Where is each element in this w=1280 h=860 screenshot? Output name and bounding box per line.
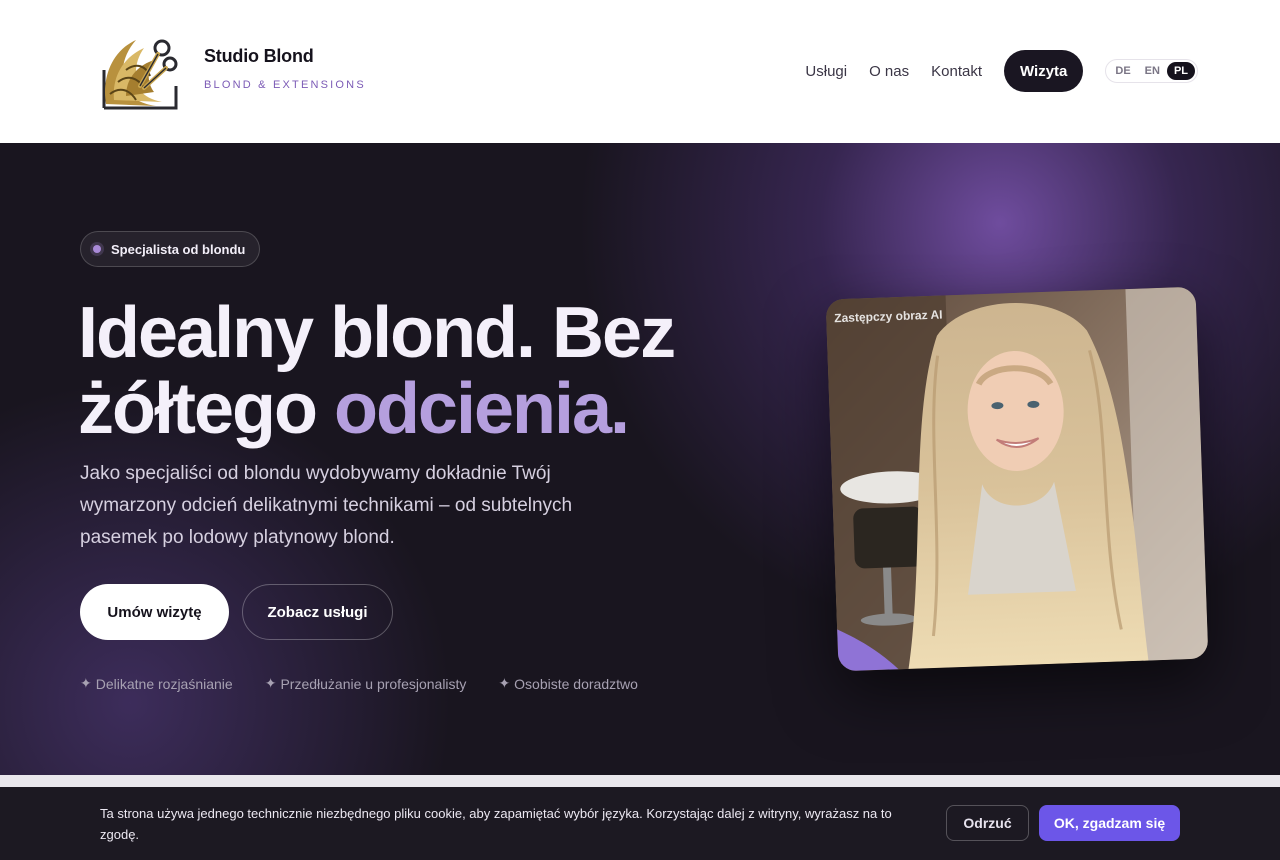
feature-label: Osobiste doradztwo [514, 675, 638, 692]
sparkle-icon: ✦ [498, 675, 511, 691]
cookie-banner: Ta strona używa jednego technicznie niez… [0, 787, 1280, 860]
cookie-decline-button[interactable]: Odrzuć [946, 805, 1029, 841]
brand[interactable]: Studio Blond BLOND & EXTENSIONS [96, 30, 366, 112]
nav-link-services[interactable]: Usługi [805, 63, 847, 80]
view-services-button[interactable]: Zobacz usługi [242, 584, 393, 640]
sparkle-icon: ✦ [80, 675, 92, 691]
badge-label: Specjalista od blondu [111, 241, 246, 257]
nav-link-contact[interactable]: Kontakt [931, 63, 982, 80]
brand-tagline: BLOND & EXTENSIONS [204, 79, 366, 91]
book-appointment-button[interactable]: Umów wizytę [80, 584, 229, 640]
feature-item: ✦ Delikatne rozjaśnianie [80, 675, 233, 692]
lang-pl-option[interactable]: PL [1166, 62, 1195, 80]
lang-de-option[interactable]: DE [1108, 62, 1137, 80]
status-dot-icon [93, 245, 101, 253]
hero-title-part1: Idealny blond. Bez [78, 293, 676, 373]
feature-label: Delikatne rozjaśnianie [95, 675, 233, 692]
feature-label: Przedłużanie u profesjonalisty [280, 675, 467, 692]
feature-item: ✦ Przedłużanie u profesjonalisty [265, 675, 467, 692]
hero-title: Idealny blond. Bez żółtego odcienia. [78, 295, 738, 447]
golden-hair-scissors-logo-icon [98, 32, 178, 110]
feature-item: ✦ Osobiste doradztwo [498, 675, 637, 692]
section-divider [0, 775, 1280, 787]
hero-section: Specjalista od blondu Idealny blond. Bez… [0, 143, 1280, 775]
hero-title-part2: żółtego [78, 369, 334, 449]
hero-title-accent: odcienia. [333, 369, 630, 449]
cookie-accept-button[interactable]: OK, zgadzam się [1039, 805, 1180, 841]
feature-list: ✦ Delikatne rozjaśnianie ✦ Przedłużanie … [80, 675, 670, 692]
nav-link-about[interactable]: O nas [869, 63, 909, 80]
brand-name: Studio Blond [204, 46, 314, 66]
specialist-badge: Specjalista od blondu [80, 231, 261, 267]
language-switcher: DE EN PL [1105, 59, 1198, 83]
book-visit-button[interactable]: Wizyta [1004, 50, 1084, 92]
hero-photo: Zastępczy obraz AI [825, 286, 1209, 672]
lang-en-option[interactable]: EN [1138, 62, 1167, 80]
hero-lead: Jako specjaliści od blondu wydobywamy do… [80, 463, 573, 548]
salon-photo-illustration [825, 286, 1209, 672]
sparkle-icon: ✦ [264, 675, 277, 691]
cookie-text: Ta strona używa jednego technicznie niez… [100, 806, 892, 842]
site-header: Studio Blond BLOND & EXTENSIONS Usługi O… [0, 0, 1280, 143]
main-nav: Usługi O nas Kontakt Wizyta DE EN PL [805, 50, 1198, 92]
